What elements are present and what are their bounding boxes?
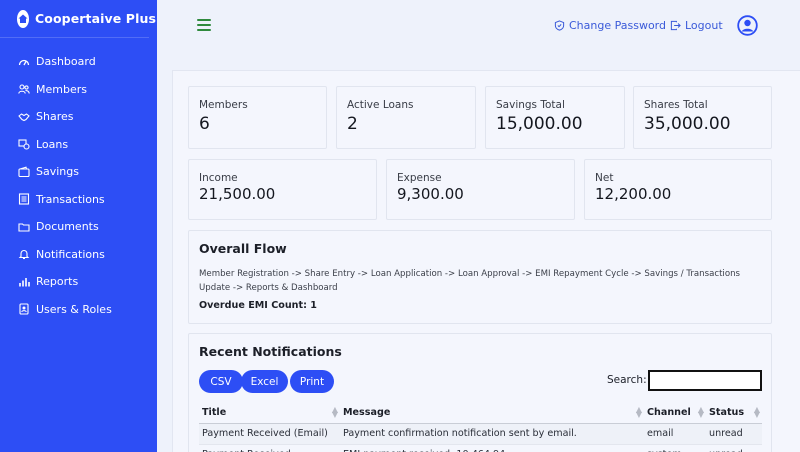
dashboard-icon <box>18 56 30 68</box>
brand-name: Coopertaive Plus <box>35 11 156 26</box>
sidebar-item-label: Documents <box>36 220 99 234</box>
handshake-icon <box>18 111 30 123</box>
stat-card-active-loans: Active Loans 2 <box>336 86 476 149</box>
sidebar-item-members[interactable]: Members <box>0 76 157 104</box>
cell-title: Payment Received (Email) <box>199 423 340 445</box>
change-password-link[interactable]: Change Password <box>554 19 666 32</box>
csv-button[interactable]: CSV <box>199 370 243 393</box>
stat-value: 6 <box>199 114 210 134</box>
sort-icon: ▲ ▼ <box>753 405 760 419</box>
overdue-emi-count: Overdue EMI Count: 1 <box>199 300 317 311</box>
sidebar-item-label: Members <box>36 82 87 96</box>
shield-icon <box>554 20 565 31</box>
sidebar-item-notifications[interactable]: Notifications <box>0 241 157 269</box>
stat-value: 2 <box>347 114 358 134</box>
stat-card-shares-total: Shares Total 35,000.00 <box>633 86 772 149</box>
finance-value: 9,300.00 <box>397 185 464 203</box>
finance-value: 21,500.00 <box>199 185 276 203</box>
brand[interactable]: Coopertaive Plus <box>0 0 156 38</box>
search-label: Search: <box>607 374 647 386</box>
sidebar-item-label: Loans <box>36 137 69 151</box>
logout-link[interactable]: Logout <box>670 19 723 32</box>
overall-flow-title: Overall Flow <box>199 241 287 256</box>
recent-notifications-card: Recent Notifications CSV Excel Print Sea… <box>188 333 772 452</box>
table-row[interactable]: Payment Received EMI payment received: 1… <box>199 444 762 452</box>
column-header-message[interactable]: Message ▲ ▼ <box>340 402 644 424</box>
column-header-title[interactable]: Title ▲ ▼ <box>199 402 340 424</box>
id-badge-icon <box>18 303 30 315</box>
sidebar-item-transactions[interactable]: Transactions <box>0 186 157 214</box>
stat-label: Members <box>199 99 248 111</box>
folder-icon <box>18 221 30 233</box>
sidebar-item-label: Notifications <box>36 247 105 261</box>
sidebar-item-loans[interactable]: Loans <box>0 131 157 159</box>
sidebar-item-label: Dashboard <box>36 55 96 69</box>
cell-message: Payment confirmation notification sent b… <box>340 423 644 445</box>
stat-card-members: Members 6 <box>188 86 327 149</box>
finance-card-income: Income 21,500.00 <box>188 159 377 220</box>
users-icon <box>18 83 30 95</box>
logout-icon <box>670 20 681 31</box>
stat-card-savings-total: Savings Total 15,000.00 <box>485 86 625 149</box>
wallet-icon <box>18 166 30 178</box>
column-header-channel[interactable]: Channel ▲ ▼ <box>644 402 706 424</box>
sidebar-item-label: Users & Roles <box>36 302 112 316</box>
sidebar-item-label: Reports <box>36 275 79 289</box>
sidebar-item-documents[interactable]: Documents <box>0 213 157 241</box>
home-icon <box>17 9 29 28</box>
change-password-label: Change Password <box>569 19 666 32</box>
chart-icon <box>18 276 30 288</box>
finance-card-expense: Expense 9,300.00 <box>386 159 575 220</box>
stat-label: Active Loans <box>347 99 414 111</box>
sort-icon: ▲ ▼ <box>331 405 338 419</box>
cell-channel: email <box>644 423 706 445</box>
hamburger-menu-icon[interactable] <box>197 19 211 31</box>
overdue-emi-label: Overdue EMI Count: <box>199 300 307 311</box>
column-header-status[interactable]: Status ▲ ▼ <box>706 402 762 424</box>
stat-label: Shares Total <box>644 99 708 111</box>
table-row[interactable]: Payment Received (Email) Payment confirm… <box>199 423 762 445</box>
cell-message: EMI payment received: 10,464.94 <box>340 444 644 452</box>
sidebar-item-reports[interactable]: Reports <box>0 268 157 296</box>
sidebar-item-label: Transactions <box>36 192 105 206</box>
sidebar-item-dashboard[interactable]: Dashboard <box>0 48 157 76</box>
cell-title: Payment Received <box>199 444 340 452</box>
sort-icon: ▲ ▼ <box>697 405 704 419</box>
table-header-row: Title ▲ ▼ Message ▲ ▼ Channel ▲ ▼ Status ▲ ▼ <box>199 402 762 424</box>
search-input[interactable] <box>648 370 762 391</box>
overall-flow-card: Overall Flow Member Registration -> Shar… <box>188 230 772 324</box>
cell-status: unread <box>706 444 762 452</box>
finance-card-net: Net 12,200.00 <box>584 159 772 220</box>
sort-icon: ▲ ▼ <box>635 405 642 419</box>
cell-status: unread <box>706 423 762 445</box>
topbar: Change Password Logout <box>157 0 800 52</box>
stat-value: 35,000.00 <box>644 114 731 134</box>
notifications-table: Title ▲ ▼ Message ▲ ▼ Channel ▲ ▼ Status ▲ ▼ Pay… <box>199 402 762 452</box>
stat-value: 15,000.00 <box>496 114 583 134</box>
overall-flow-text: Member Registration -> Share Entry -> Lo… <box>199 269 741 293</box>
finance-label: Expense <box>397 172 442 184</box>
sidebar-item-users-roles[interactable]: Users & Roles <box>0 296 157 324</box>
cell-channel: system <box>644 444 706 452</box>
finance-value: 12,200.00 <box>595 185 672 203</box>
sidebar-item-label: Savings <box>36 165 79 179</box>
sidebar-nav: Dashboard Members Shares Loans Savings T… <box>0 48 157 323</box>
logout-label: Logout <box>685 19 723 32</box>
excel-button[interactable]: Excel <box>241 370 288 393</box>
user-avatar-icon[interactable] <box>737 15 758 36</box>
print-button[interactable]: Print <box>290 370 334 393</box>
money-icon <box>18 138 30 150</box>
sidebar-item-shares[interactable]: Shares <box>0 103 157 131</box>
main-content: Members 6 Active Loans 2 Savings Total 1… <box>172 70 800 452</box>
list-icon <box>18 193 30 205</box>
recent-notifications-title: Recent Notifications <box>199 344 342 359</box>
finance-label: Net <box>595 172 614 184</box>
finance-label: Income <box>199 172 238 184</box>
bell-icon <box>18 248 30 260</box>
sidebar-item-label: Shares <box>36 110 74 124</box>
sidebar: Coopertaive Plus Dashboard Members Share… <box>0 0 157 452</box>
sidebar-item-savings[interactable]: Savings <box>0 158 157 186</box>
stat-label: Savings Total <box>496 99 565 111</box>
overdue-emi-value: 1 <box>310 300 317 311</box>
